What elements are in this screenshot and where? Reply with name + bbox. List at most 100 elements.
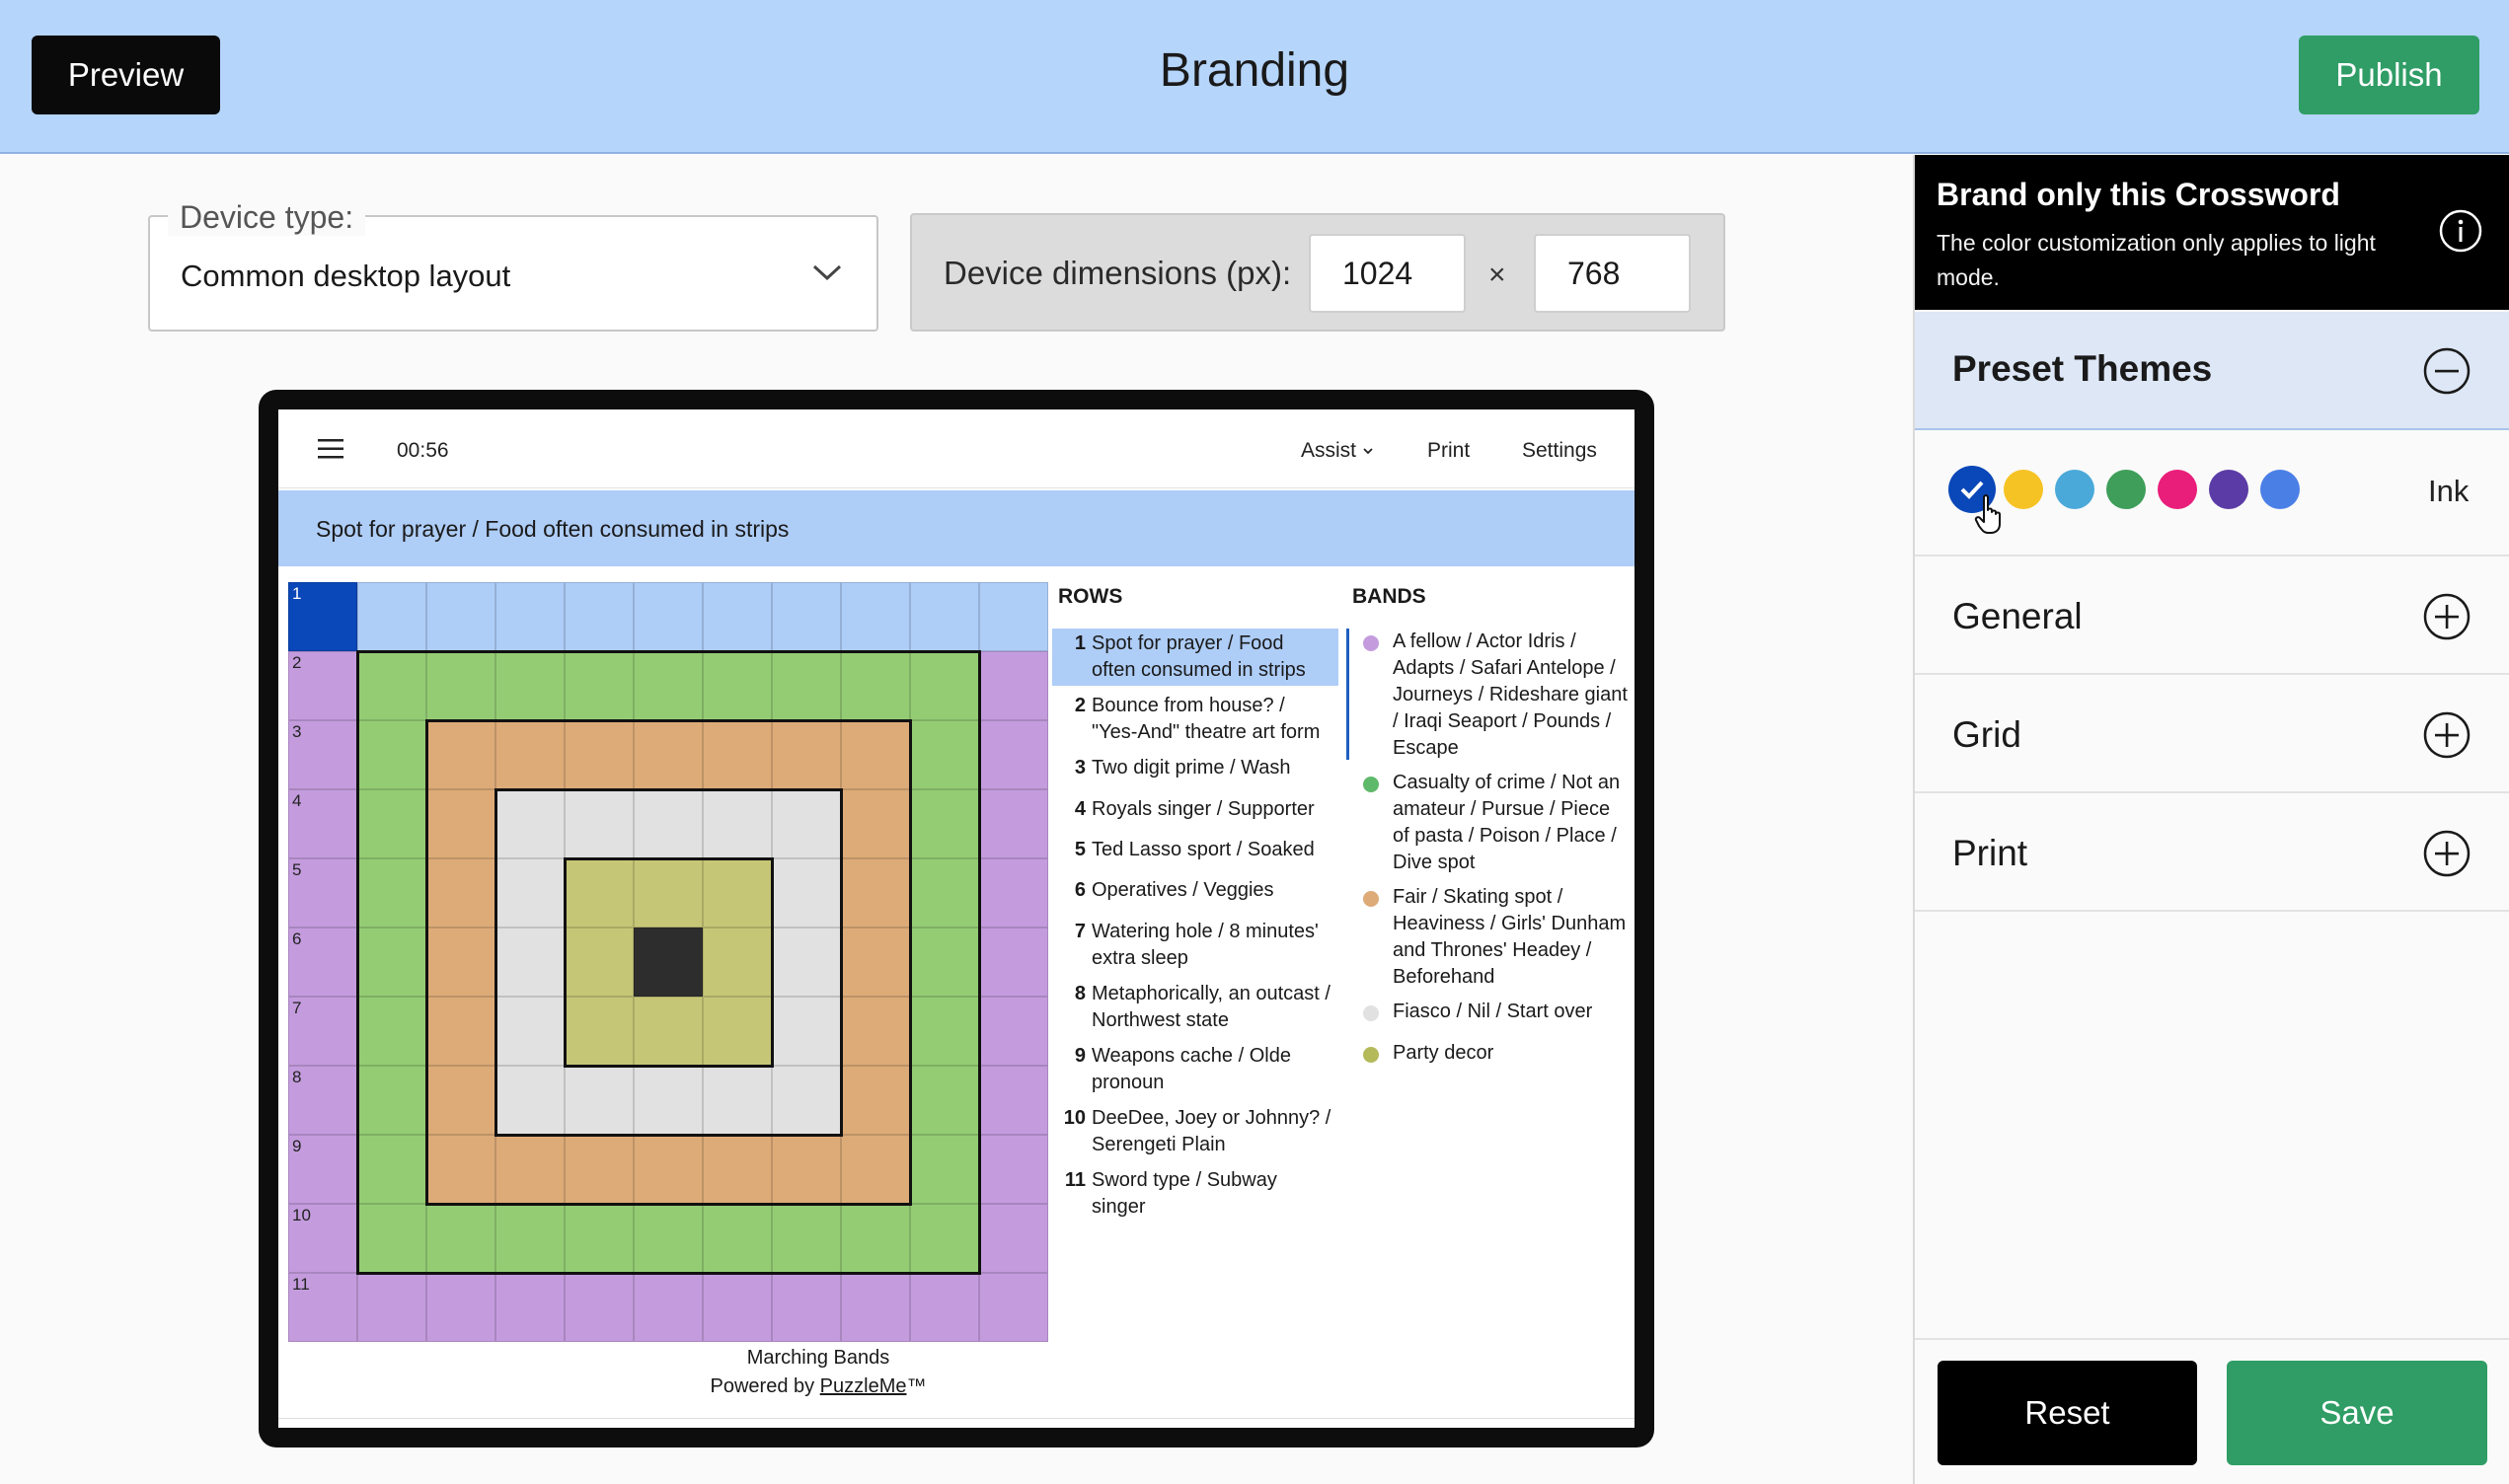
grid-cell[interactable] xyxy=(495,582,565,651)
info-icon[interactable] xyxy=(2438,208,2483,254)
row-clue[interactable]: 1 Spot for prayer / Food often consumed i… xyxy=(1052,629,1338,686)
color-swatch[interactable] xyxy=(2158,470,2197,509)
grid-cell[interactable] xyxy=(565,789,634,858)
band-clue[interactable]: Party decor xyxy=(1357,1040,1629,1067)
grid-cell[interactable] xyxy=(565,651,634,720)
grid-cell[interactable] xyxy=(841,1135,910,1204)
grid-cell[interactable] xyxy=(634,1273,703,1342)
grid-cell[interactable] xyxy=(426,1204,495,1273)
grid-cell[interactable] xyxy=(495,928,565,997)
color-swatch[interactable] xyxy=(2055,470,2094,509)
grid-cell[interactable] xyxy=(772,1135,841,1204)
grid-cell[interactable] xyxy=(979,789,1048,858)
device-height-input[interactable] xyxy=(1534,234,1691,313)
grid-cell[interactable] xyxy=(910,720,979,789)
band-clue[interactable]: Fiasco / Nil / Start over xyxy=(1357,999,1629,1025)
grid-cell[interactable] xyxy=(634,1066,703,1135)
row-clue[interactable]: 3 Two digit prime / Wash xyxy=(1052,753,1338,783)
color-swatch[interactable] xyxy=(2106,470,2146,509)
grid-cell[interactable]: 5 xyxy=(288,858,357,928)
chevron-down-icon[interactable] xyxy=(811,260,843,284)
band-clue[interactable]: Casualty of crime / Not an amateur / Pur… xyxy=(1357,770,1629,876)
grid-cell[interactable] xyxy=(703,582,772,651)
grid-cell[interactable] xyxy=(979,928,1048,997)
band-clue[interactable]: A fellow / Actor Idris / Adapts / Safari… xyxy=(1357,629,1629,762)
expand-plus-icon[interactable] xyxy=(2422,710,2471,760)
grid-cell[interactable] xyxy=(634,858,703,928)
grid-cell[interactable] xyxy=(634,1204,703,1273)
grid-cell[interactable] xyxy=(703,789,772,858)
publish-button[interactable]: Publish xyxy=(2299,36,2479,114)
grid-cell[interactable] xyxy=(495,1066,565,1135)
grid-cell[interactable] xyxy=(634,582,703,651)
grid-cell[interactable] xyxy=(979,1273,1048,1342)
grid-cell[interactable] xyxy=(841,1204,910,1273)
grid-cell[interactable] xyxy=(772,720,841,789)
grid-cell[interactable] xyxy=(565,582,634,651)
color-swatch[interactable] xyxy=(2209,470,2248,509)
grid-cell[interactable] xyxy=(495,858,565,928)
grid-cell[interactable] xyxy=(426,928,495,997)
grid-cell[interactable] xyxy=(426,720,495,789)
grid-cell[interactable] xyxy=(703,651,772,720)
grid-cell[interactable] xyxy=(426,1135,495,1204)
grid-cell[interactable] xyxy=(772,1273,841,1342)
grid-section-header[interactable]: Grid xyxy=(1915,677,2509,793)
grid-cell[interactable] xyxy=(357,1273,426,1342)
band-clue[interactable]: Fair / Skating spot / Heaviness / Girls'… xyxy=(1357,884,1629,991)
grid-cell[interactable] xyxy=(426,997,495,1066)
grid-cell[interactable] xyxy=(703,1066,772,1135)
row-clue[interactable]: 2 Bounce from house? / "Yes-And" theatre … xyxy=(1052,691,1338,748)
grid-cell[interactable] xyxy=(772,651,841,720)
grid-cell[interactable] xyxy=(772,1204,841,1273)
grid-cell[interactable] xyxy=(426,858,495,928)
grid-cell[interactable] xyxy=(426,1066,495,1135)
grid-cell[interactable] xyxy=(703,858,772,928)
grid-cell[interactable] xyxy=(565,1066,634,1135)
row-clue[interactable]: 5 Ted Lasso sport / Soaked xyxy=(1052,835,1338,865)
save-button[interactable]: Save xyxy=(2227,1361,2487,1465)
grid-cell[interactable] xyxy=(772,997,841,1066)
grid-cell[interactable] xyxy=(979,1066,1048,1135)
grid-cell[interactable] xyxy=(565,1204,634,1273)
expand-plus-icon[interactable] xyxy=(2422,829,2471,878)
grid-cell[interactable] xyxy=(910,789,979,858)
grid-cell[interactable] xyxy=(357,582,426,651)
color-swatch[interactable] xyxy=(2004,470,2043,509)
grid-cell[interactable] xyxy=(703,1135,772,1204)
grid-cell[interactable]: 7 xyxy=(288,997,357,1066)
grid-cell[interactable] xyxy=(565,858,634,928)
grid-cell[interactable] xyxy=(979,720,1048,789)
device-width-input[interactable] xyxy=(1309,234,1466,313)
grid-cell[interactable] xyxy=(357,789,426,858)
grid-cell[interactable] xyxy=(841,582,910,651)
grid-cell[interactable] xyxy=(357,651,426,720)
grid-cell[interactable]: 6 xyxy=(288,928,357,997)
grid-cell[interactable] xyxy=(841,1273,910,1342)
grid-cell[interactable] xyxy=(772,858,841,928)
grid-cell[interactable] xyxy=(772,928,841,997)
grid-cell[interactable] xyxy=(357,858,426,928)
grid-cell[interactable] xyxy=(495,997,565,1066)
grid-cell[interactable]: 3 xyxy=(288,720,357,789)
grid-cell[interactable] xyxy=(426,789,495,858)
crossword-grid[interactable]: 1 2 3 4 5 6 7 8 9 10 11 xyxy=(288,582,1048,1342)
grid-cell[interactable] xyxy=(979,582,1048,651)
print-menu[interactable]: Print xyxy=(1427,439,1470,463)
grid-cell[interactable] xyxy=(703,1273,772,1342)
grid-cell[interactable]: 9 xyxy=(288,1135,357,1204)
grid-cell[interactable] xyxy=(979,997,1048,1066)
grid-cell[interactable] xyxy=(703,720,772,789)
grid-cell[interactable] xyxy=(495,1273,565,1342)
grid-cell[interactable] xyxy=(979,1135,1048,1204)
grid-cell[interactable] xyxy=(565,720,634,789)
grid-cell[interactable] xyxy=(910,1135,979,1204)
grid-cell[interactable] xyxy=(772,582,841,651)
hamburger-menu-icon[interactable] xyxy=(318,439,343,459)
general-section-header[interactable]: General xyxy=(1915,558,2509,675)
grid-cell[interactable] xyxy=(841,1066,910,1135)
grid-cell[interactable] xyxy=(910,1204,979,1273)
reset-button[interactable]: Reset xyxy=(1938,1361,2197,1465)
grid-cell[interactable] xyxy=(426,1273,495,1342)
grid-cell[interactable] xyxy=(910,1273,979,1342)
